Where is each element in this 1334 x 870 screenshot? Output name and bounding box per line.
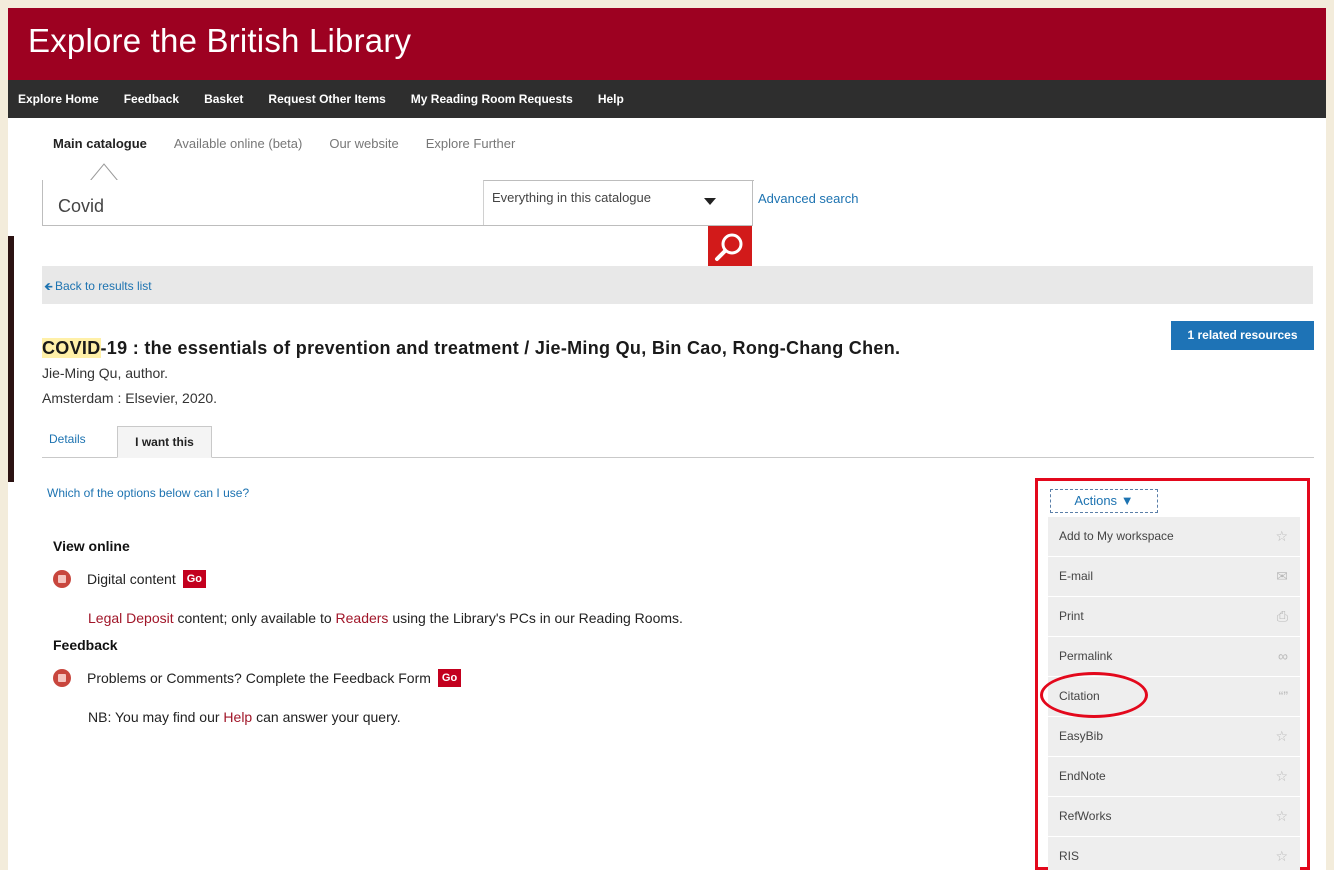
search-term-highlight: COVID [42, 338, 101, 358]
search-scope-tabs: Main catalogue Available online (beta) O… [53, 136, 542, 151]
related-resources-button[interactable]: 1 related resources [1171, 321, 1314, 350]
back-bar: 🡸 Back to results list [42, 266, 1313, 304]
action-ris[interactable]: RIS ☆ [1048, 837, 1300, 870]
site-title[interactable]: Explore the British Library [28, 22, 411, 60]
citation-highlight-circle [1040, 672, 1148, 718]
legal-note-text-1: content; only available to [173, 610, 336, 626]
star-icon: ☆ [1275, 528, 1288, 544]
star-icon: ☆ [1275, 768, 1288, 784]
action-label: RIS [1059, 849, 1080, 863]
legal-deposit-link[interactable]: Legal Deposit [88, 610, 174, 626]
tab-our-website[interactable]: Our website [329, 136, 398, 151]
action-refworks[interactable]: RefWorks ☆ [1048, 797, 1300, 837]
legal-deposit-note: Legal Deposit content; only available to… [88, 610, 683, 626]
envelope-icon: ✉ [1276, 568, 1288, 584]
actions-dropdown-toggle[interactable]: Actions ▼ [1050, 489, 1158, 513]
site-header: Explore the British Library [8, 8, 1326, 80]
nav-basket[interactable]: Basket [204, 92, 243, 106]
nav-my-reading-room-requests[interactable]: My Reading Room Requests [411, 92, 573, 106]
feedback-row: Problems or Comments? Complete the Feedb… [53, 669, 462, 687]
actions-label: Actions [1074, 493, 1118, 508]
action-label: Permalink [1059, 649, 1113, 663]
link-icon: ∞ [1278, 648, 1288, 664]
page: Explore the British Library Explore Home… [8, 8, 1326, 870]
record-detail-tabs: Details I want this [42, 426, 1314, 458]
back-to-results-link[interactable]: 🡸 Back to results list [44, 278, 152, 297]
nav-feedback[interactable]: Feedback [124, 92, 179, 106]
action-label: E-mail [1059, 569, 1094, 583]
record-author: Jie-Ming Qu, author. [42, 365, 169, 381]
digital-content-icon [53, 570, 71, 588]
search-scope-value: Everything in this catalogue [492, 190, 651, 205]
digital-content-go-button[interactable]: Go [182, 570, 206, 588]
search-bar: Everything in this catalogue [42, 180, 754, 226]
back-to-results-label: Back to results list [54, 279, 152, 293]
nav-explore-home[interactable]: Explore Home [18, 92, 99, 106]
feedback-heading: Feedback [53, 637, 118, 653]
record-title-rest: -19 : the essentials of prevention and t… [100, 338, 901, 358]
digital-content-label: Digital content [87, 571, 176, 587]
star-icon: ☆ [1275, 808, 1288, 824]
quote-icon: “” [1278, 688, 1288, 704]
printer-icon: ⎙ [1276, 608, 1288, 624]
search-icon [715, 233, 743, 261]
record-publication: Amsterdam : Elsevier, 2020. [42, 390, 218, 406]
help-note: NB: You may find our Help can answer you… [88, 709, 401, 725]
action-easybib[interactable]: EasyBib ☆ [1048, 717, 1300, 757]
feedback-icon [53, 669, 71, 687]
advanced-search-link[interactable]: Advanced search [758, 191, 858, 206]
legal-note-text-2: using the Library's PCs in our Reading R… [388, 610, 683, 626]
tab-available-online[interactable]: Available online (beta) [174, 136, 302, 151]
action-label: EndNote [1059, 769, 1106, 783]
action-email[interactable]: E-mail ✉ [1048, 557, 1300, 597]
feedback-label: Problems or Comments? Complete the Feedb… [87, 670, 431, 686]
help-link[interactable]: Help [223, 709, 252, 725]
action-label: Print [1059, 609, 1084, 623]
action-label: EasyBib [1059, 729, 1104, 743]
left-edge-bar [8, 236, 14, 482]
action-permalink[interactable]: Permalink ∞ [1048, 637, 1300, 677]
active-tab-pointer [42, 163, 753, 182]
search-button[interactable] [708, 226, 752, 268]
digital-content-row: Digital content Go [53, 570, 206, 588]
options-help-link[interactable]: Which of the options below can I use? [47, 486, 249, 500]
help-note-text-1: NB: You may find our [88, 709, 224, 725]
tab-i-want-this[interactable]: I want this [117, 426, 212, 458]
nav-request-other-items[interactable]: Request Other Items [268, 92, 385, 106]
action-print[interactable]: Print ⎙ [1048, 597, 1300, 637]
caret-down-icon: ▼ [1120, 493, 1134, 508]
record-title: COVID-19 : the essentials of prevention … [42, 338, 900, 359]
star-icon: ☆ [1275, 848, 1288, 864]
arrow-left-icon: 🡸 [44, 281, 53, 293]
action-add-to-workspace[interactable]: Add to My workspace ☆ [1048, 517, 1300, 557]
tab-details[interactable]: Details [49, 432, 86, 446]
search-scope-select[interactable]: Everything in this catalogue [483, 180, 754, 225]
action-endnote[interactable]: EndNote ☆ [1048, 757, 1300, 797]
caret-down-icon [704, 198, 716, 205]
action-label: Add to My workspace [1059, 529, 1174, 543]
search-input[interactable] [43, 180, 483, 225]
tab-explore-further[interactable]: Explore Further [426, 136, 516, 151]
help-note-text-2: can answer your query. [252, 709, 401, 725]
star-icon: ☆ [1275, 728, 1288, 744]
tab-main-catalogue[interactable]: Main catalogue [53, 136, 147, 151]
feedback-go-button[interactable]: Go [437, 669, 462, 687]
readers-link[interactable]: Readers [336, 610, 389, 626]
view-online-heading: View online [53, 538, 130, 554]
main-nav: Explore Home Feedback Basket Request Oth… [8, 80, 1326, 118]
action-label: RefWorks [1059, 809, 1112, 823]
nav-help[interactable]: Help [598, 92, 624, 106]
